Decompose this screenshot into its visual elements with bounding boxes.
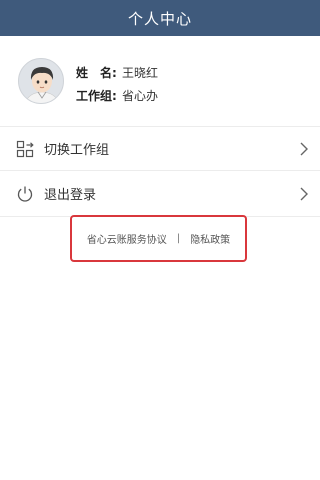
chevron-right-icon: [298, 141, 310, 157]
switch-group-icon: [16, 140, 34, 158]
page-title: 个人中心: [127, 9, 192, 28]
name-value: 王晓红: [122, 66, 159, 80]
menu-item-logout[interactable]: 退出登录: [0, 171, 320, 217]
title-bar: 个人中心: [0, 0, 320, 36]
personal-center-screen: 个人中心 姓 名: 王晓红 工作组: 省心办 切换工作组 退出登录 省心云账服务…: [0, 0, 320, 480]
profile-section: 姓 名: 王晓红 工作组: 省心办: [0, 36, 320, 122]
service-agreement-link[interactable]: 省心云账服务协议: [87, 231, 167, 246]
link-separator: |: [176, 233, 181, 244]
menu-item-logout-label: 退出登录: [44, 188, 97, 203]
name-row: 姓 名: 王晓红: [76, 64, 158, 81]
avatar: [18, 58, 64, 104]
privacy-policy-link[interactable]: 隐私政策: [190, 231, 230, 246]
group-value: 省心办: [122, 89, 159, 103]
menu-list: 切换工作组 退出登录: [0, 126, 320, 217]
menu-item-switch-group[interactable]: 切换工作组: [0, 126, 320, 171]
chevron-right-icon: [298, 186, 310, 202]
footer-links: 省心云账服务协议 | 隐私政策: [70, 215, 247, 262]
menu-item-switch-group-label: 切换工作组: [44, 143, 110, 158]
group-row: 工作组: 省心办: [76, 87, 158, 104]
group-label: 工作组:: [76, 89, 117, 103]
power-icon: [16, 185, 34, 203]
name-label: 姓 名:: [76, 66, 117, 80]
avatar-illustration-icon: [19, 59, 63, 103]
